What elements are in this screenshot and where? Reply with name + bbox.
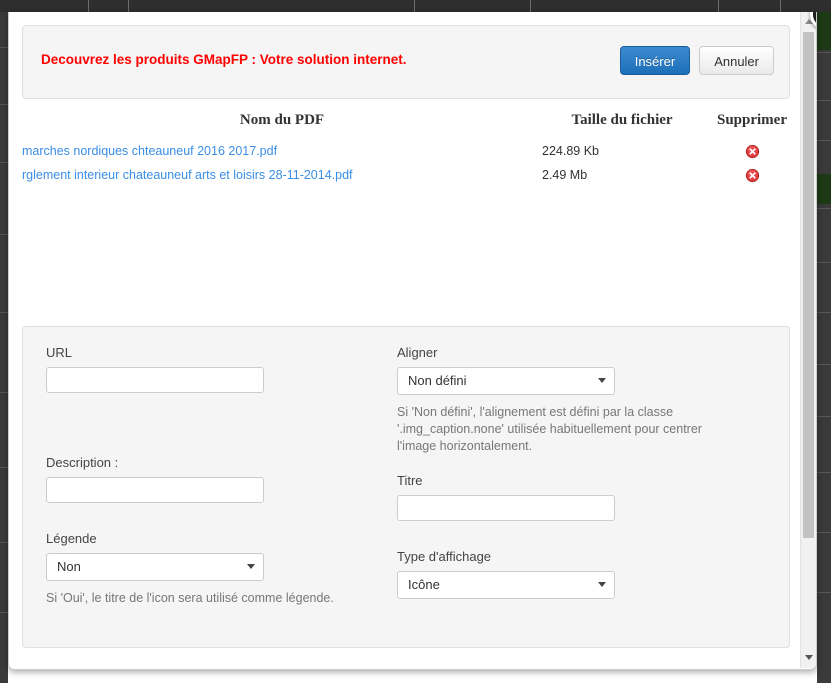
cancel-button[interactable]: Annuler (699, 46, 774, 75)
align-select[interactable]: Non défini (397, 367, 615, 395)
url-input[interactable] (46, 367, 264, 393)
modal-action-buttons: Insérer Annuler (619, 46, 774, 75)
insert-button[interactable]: Insérer (619, 46, 691, 75)
promo-alert-message: Decouvrez les produits GMapFP : Votre so… (41, 52, 407, 67)
align-label: Aligner (397, 345, 438, 360)
column-header-delete: Supprimer (716, 112, 787, 128)
caption-select[interactable]: Non (46, 553, 264, 581)
field-description: Description : (46, 455, 397, 503)
table-header-row: Nom du PDF Taille du fichier Supprimer (22, 112, 802, 139)
table-row: marches nordiques chteauneuf 2016 2017.p… (22, 139, 802, 163)
scrollbar-thumb[interactable] (803, 32, 814, 538)
file-name-cell: marches nordiques chteauneuf 2016 2017.p… (22, 139, 542, 163)
description-input[interactable] (46, 477, 264, 503)
modal-scroll-viewport: Decouvrez les produits GMapFP : Votre so… (9, 12, 802, 668)
caption-help-text: Si 'Oui', le titre de l'icon sera utilis… (46, 591, 334, 605)
delete-circle-icon[interactable] (745, 168, 759, 183)
file-size-cell: 2.49 Mb (542, 168, 588, 182)
align-help-text: Si 'Non défini', l'alignement est défini… (397, 405, 702, 453)
behind-top-bar (0, 0, 831, 12)
form-column-right: Aligner Non défini Si 'Non défini', l'al… (397, 345, 789, 607)
file-name-link[interactable]: rglement interieur chateauneuf arts et l… (22, 168, 353, 182)
file-name-cell: rglement interieur chateauneuf arts et l… (22, 163, 542, 187)
caption-select-value[interactable]: Non (46, 553, 264, 581)
column-header-name: Nom du PDF (239, 112, 325, 128)
title-input[interactable] (397, 495, 615, 521)
file-name-link[interactable]: marches nordiques chteauneuf 2016 2017.p… (22, 144, 277, 158)
file-size-cell: 224.89 Kb (542, 144, 599, 158)
display-type-select-value[interactable]: Icône (397, 571, 615, 599)
file-delete-cell (702, 139, 802, 163)
title-label: Titre (397, 473, 423, 488)
display-type-label: Type d'affichage (397, 549, 492, 564)
delete-circle-icon[interactable] (745, 144, 759, 159)
field-url: URL (46, 345, 397, 393)
alert-panel: Decouvrez les produits GMapFP : Votre so… (22, 25, 790, 99)
behind-left-strip (0, 12, 8, 683)
align-select-value[interactable]: Non défini (397, 367, 615, 395)
form-column-left: URL Description : Légende Non Si 'Oui', … (23, 345, 397, 607)
modal-scrollbar[interactable] (800, 12, 816, 668)
table-row: rglement interieur chateauneuf arts et l… (22, 163, 802, 187)
caption-label: Légende (46, 531, 97, 546)
scroll-down-arrow-icon[interactable] (801, 650, 816, 666)
modal-content: Decouvrez les produits GMapFP : Votre so… (9, 25, 802, 648)
pdf-file-table: Nom du PDF Taille du fichier Supprimer m… (22, 112, 790, 326)
description-label: Description : (46, 455, 119, 470)
attributes-form-panel: URL Description : Légende Non Si 'Oui', … (22, 326, 790, 648)
pdf-picker-modal: Decouvrez les produits GMapFP : Votre so… (8, 12, 817, 670)
file-delete-cell (702, 163, 802, 187)
url-label: URL (46, 345, 73, 360)
field-caption: Légende Non Si 'Oui', le titre de l'icon… (46, 531, 397, 607)
column-header-size: Taille du fichier (571, 112, 673, 128)
field-display-type: Type d'affichage Icône (397, 549, 789, 599)
field-align: Aligner Non défini Si 'Non défini', l'al… (397, 345, 789, 455)
behind-right-strip (817, 12, 831, 683)
field-title: Titre (397, 473, 789, 521)
display-type-select[interactable]: Icône (397, 571, 615, 599)
